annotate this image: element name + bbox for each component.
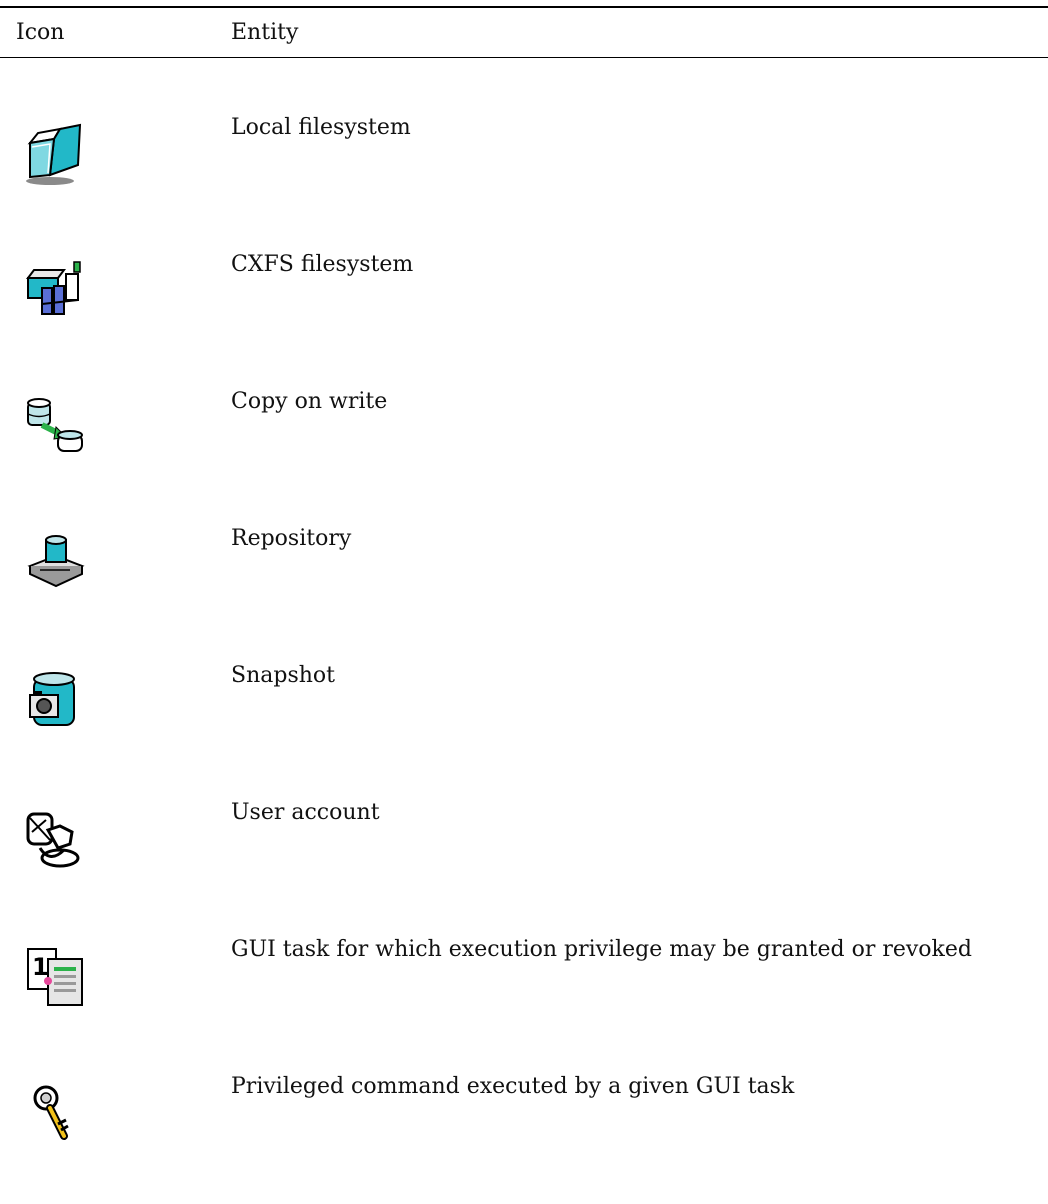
table-row: Local filesystem xyxy=(0,115,1048,245)
entity-label: User account xyxy=(231,800,380,825)
table-row: Snapshot xyxy=(0,663,1048,793)
snapshot-icon xyxy=(20,667,90,737)
table-top-rule xyxy=(0,6,1048,8)
local-filesystem-icon xyxy=(20,119,90,189)
user-account-icon xyxy=(20,804,90,874)
table-row: User account xyxy=(0,800,1048,930)
gui-task-icon: 1 xyxy=(20,941,90,1011)
entity-label: GUI task for which execution privilege m… xyxy=(231,937,972,962)
table-header-rule xyxy=(0,57,1048,58)
entity-label: Copy on write xyxy=(231,389,388,414)
entity-label: Repository xyxy=(231,526,352,551)
table-row: Privileged command executed by a given G… xyxy=(0,1074,1048,1204)
header-icon: Icon xyxy=(16,20,65,45)
cxfs-filesystem-icon xyxy=(20,256,90,326)
entity-label: CXFS filesystem xyxy=(231,252,414,277)
table-row: 1 GUI task for which execution privilege… xyxy=(0,937,1048,1067)
privileged-command-icon xyxy=(20,1078,90,1148)
table-row: Repository xyxy=(0,526,1048,656)
header-entity: Entity xyxy=(231,20,299,45)
entity-label: Local filesystem xyxy=(231,115,411,140)
table-row: CXFS filesystem xyxy=(0,252,1048,382)
entity-label: Privileged command executed by a given G… xyxy=(231,1074,795,1099)
svg-text:1: 1 xyxy=(32,953,49,981)
repository-icon xyxy=(20,530,90,600)
table-row: Copy on write xyxy=(0,389,1048,519)
copy-on-write-icon xyxy=(20,393,90,463)
entity-label: Snapshot xyxy=(231,663,335,688)
